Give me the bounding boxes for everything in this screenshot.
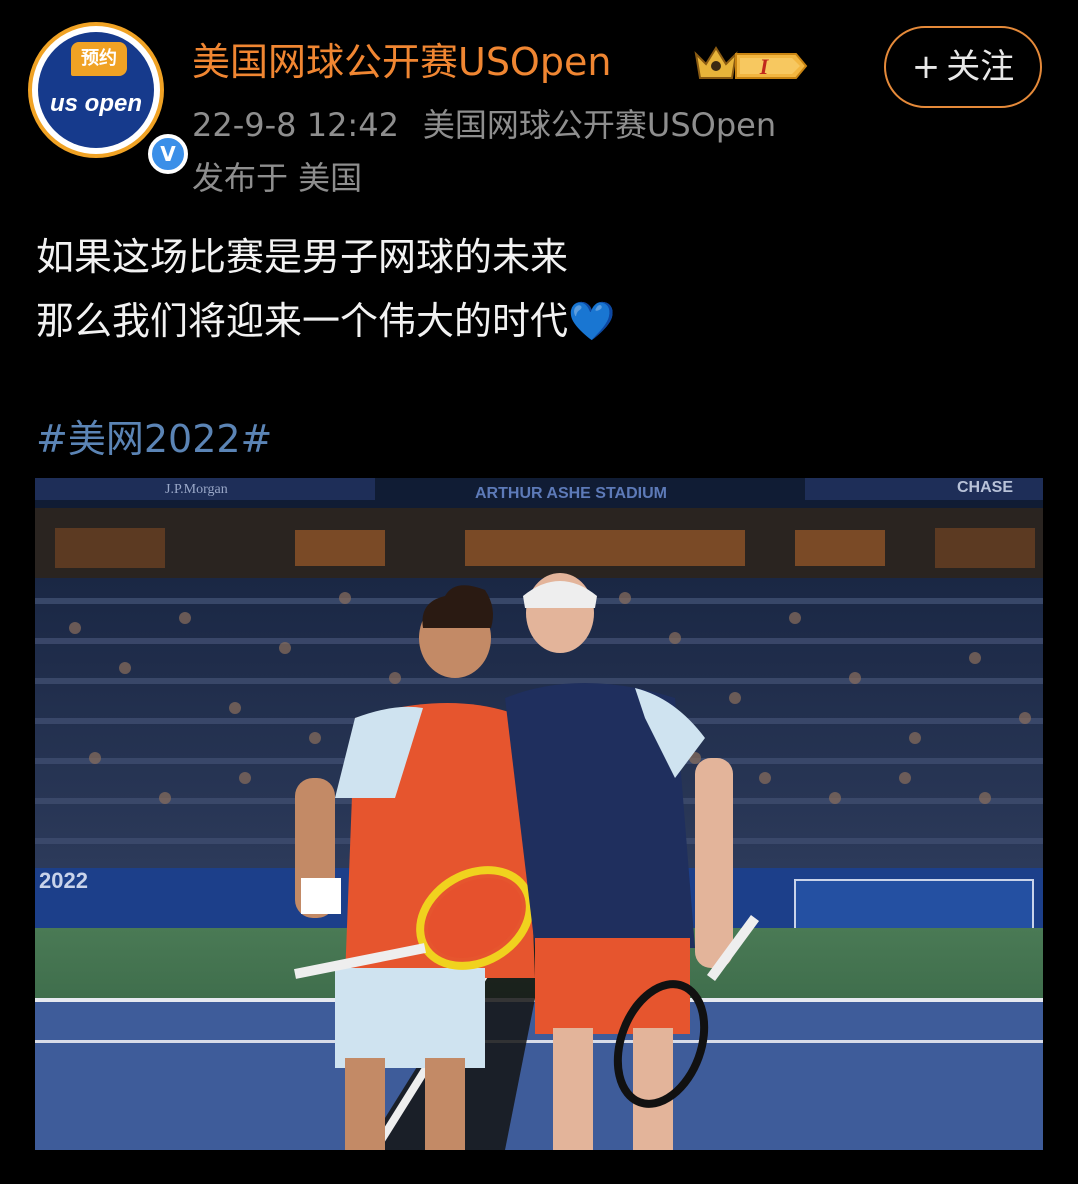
post-location: 发布于 美国: [192, 159, 363, 197]
sign-jpmorgan: J.P.Morgan: [165, 482, 228, 497]
plus-icon: +: [911, 47, 941, 87]
avatar[interactable]: 预约 us open V: [28, 22, 188, 174]
post-date: 22-9-8 12:42: [192, 106, 399, 144]
post-line-2: 那么我们将迎来一个伟大的时代💙: [36, 296, 615, 360]
follow-label: 关注: [946, 47, 1015, 87]
follow-button[interactable]: + 关注: [884, 26, 1042, 108]
reserve-label: 预约: [71, 42, 127, 76]
post-meta: 22-9-8 12:42 美国网球公开赛USOpen: [192, 104, 776, 146]
post-line-2-text: 那么我们将迎来一个伟大的时代: [36, 299, 569, 343]
username[interactable]: 美国网球公开赛USOpen: [192, 38, 611, 86]
wall-text: 2022: [39, 868, 88, 893]
hashtag-link[interactable]: #美网2022#: [36, 414, 272, 464]
post-text: 如果这场比赛是男子网球的未来 那么我们将迎来一个伟大的时代💙: [36, 232, 615, 360]
post-line-1: 如果这场比赛是男子网球的未来: [36, 235, 569, 279]
sign-stadium: ARTHUR ASHE STADIUM: [475, 485, 667, 502]
level-label: I: [759, 54, 770, 79]
post-photo[interactable]: J.P.Morgan ARTHUR ASHE STADIUM CHASE 202…: [35, 478, 1043, 1150]
verified-v-icon: V: [148, 134, 188, 174]
post-source[interactable]: 美国网球公开赛USOpen: [423, 106, 776, 144]
us-open-logo: 预约 us open: [38, 32, 154, 148]
sign-chase: CHASE: [957, 479, 1013, 496]
blue-heart-emoji: 💙: [568, 299, 616, 343]
crown-level-icon[interactable]: I: [692, 40, 810, 84]
avatar-logo-text: us open: [49, 90, 142, 117]
